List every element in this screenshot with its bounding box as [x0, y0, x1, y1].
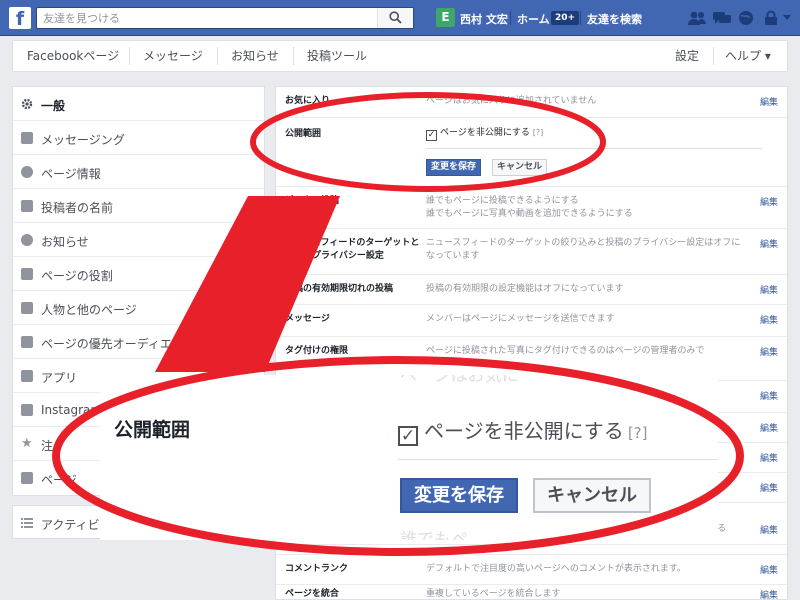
zoom-background-text: 誰でもペ	[400, 530, 468, 540]
zoom-setting-name: 公開範囲	[114, 419, 191, 441]
zoom-help-link[interactable]: [?]	[628, 424, 648, 442]
divider	[398, 459, 718, 460]
zoom-unpublish-checkbox[interactable]: ✓	[398, 426, 418, 446]
zoom-background-text: ページはお気に	[400, 375, 519, 386]
zoom-save-changes-button[interactable]: 変更を保存	[400, 478, 518, 513]
zoomed-visibility-setting: ページはお気に 公開範囲 ✓ ページを非公開にする [?] 変更を保存 キャンセル …	[100, 375, 718, 540]
zoom-cancel-button[interactable]: キャンセル	[533, 478, 651, 513]
highlight-oval-small	[250, 92, 606, 192]
zoom-unpublish-label: ページを非公開にする	[424, 419, 624, 443]
callout-funnel	[155, 196, 340, 372]
zoom-unpublish-checkbox-row[interactable]: ✓ ページを非公開にする [?]	[398, 415, 647, 446]
